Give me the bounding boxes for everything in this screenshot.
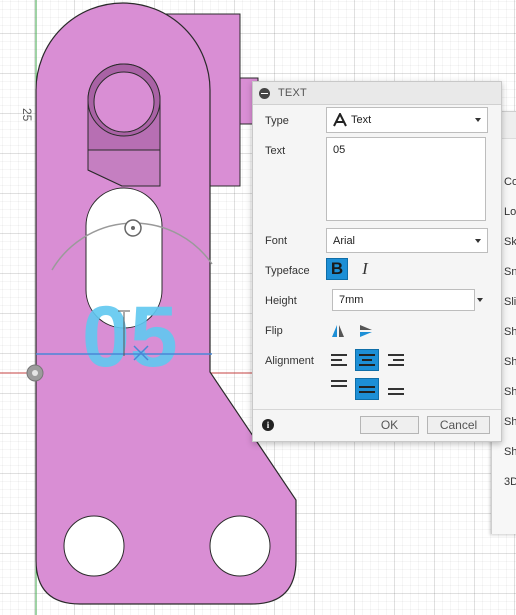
italic-icon: I xyxy=(362,259,368,278)
height-input[interactable]: 7mm xyxy=(332,289,475,311)
rotate-handle-dot xyxy=(131,226,135,230)
bold-icon: B xyxy=(330,259,344,278)
text-label: Text xyxy=(265,145,286,157)
info-icon[interactable]: i xyxy=(262,419,274,431)
side-panel-item[interactable]: Sli xyxy=(504,296,516,308)
side-panel-item[interactable]: Sh xyxy=(504,446,516,458)
bottom-hole-left xyxy=(63,515,125,577)
align-center-icon xyxy=(359,354,375,366)
collapse-icon[interactable] xyxy=(259,87,270,99)
height-dropdown-icon[interactable] xyxy=(477,298,483,302)
font-label: Font xyxy=(265,235,288,247)
type-label: Type xyxy=(265,115,289,127)
origin-center xyxy=(32,370,38,376)
bottom-hole-right xyxy=(209,515,271,577)
align-left-icon[interactable] xyxy=(330,352,348,368)
align-right-icon[interactable] xyxy=(387,352,405,368)
align-top-icon[interactable] xyxy=(330,379,348,391)
side-panel-item[interactable]: 3D xyxy=(504,476,516,488)
align-middle-button[interactable] xyxy=(355,378,379,400)
dialog-footer-divider xyxy=(253,409,501,410)
side-panel-item[interactable]: Sn xyxy=(504,266,516,278)
alignment-label: Alignment xyxy=(265,355,314,367)
font-value: Arial xyxy=(333,234,356,247)
side-panel-item[interactable]: Sk xyxy=(504,236,516,248)
ok-button[interactable]: OK xyxy=(360,416,419,434)
side-panel-item[interactable]: Sh xyxy=(504,356,516,368)
flip-horizontal-icon[interactable] xyxy=(331,324,345,338)
dialog-header[interactable]: TEXT xyxy=(253,82,501,105)
align-center-button[interactable] xyxy=(355,349,379,371)
chevron-down-icon xyxy=(475,238,481,243)
italic-button[interactable]: I xyxy=(354,258,376,280)
typeface-label: Typeface xyxy=(265,265,310,277)
flip-label: Flip xyxy=(265,325,283,337)
side-panel-item[interactable]: Lo xyxy=(504,206,516,218)
type-select[interactable]: Text xyxy=(326,107,488,133)
text-type-icon xyxy=(333,113,347,127)
bold-button[interactable]: B xyxy=(326,258,348,280)
dimension-label[interactable]: 25 xyxy=(20,108,34,121)
pin-hole xyxy=(93,71,155,133)
height-label: Height xyxy=(265,295,297,307)
type-value: Text xyxy=(351,114,372,126)
text-input[interactable]: 05 xyxy=(326,137,486,221)
side-panel-item[interactable]: Sh xyxy=(504,416,516,428)
align-bottom-icon[interactable] xyxy=(387,384,405,396)
text-dialog: TEXT Type Text Text 05 Font Arial Typefa… xyxy=(252,81,502,442)
align-middle-icon xyxy=(359,386,375,393)
flip-vertical-icon[interactable] xyxy=(359,324,373,338)
side-panel-item[interactable]: Sh xyxy=(504,386,516,398)
chevron-down-icon xyxy=(475,118,481,122)
side-panel-item[interactable]: Sh xyxy=(504,326,516,338)
text-preview[interactable]: 05 xyxy=(82,289,178,385)
side-panel-item[interactable]: Co xyxy=(504,176,516,188)
cancel-button[interactable]: Cancel xyxy=(427,416,490,434)
dialog-title: TEXT xyxy=(278,87,307,99)
font-select[interactable]: Arial xyxy=(326,228,488,253)
